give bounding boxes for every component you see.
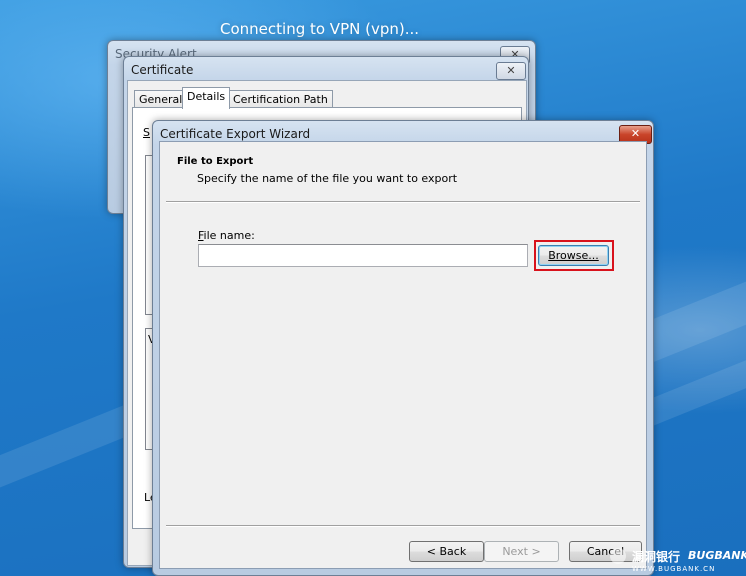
next-button[interactable]: Next > — [484, 541, 559, 562]
wizard-heading: File to Export — [177, 156, 254, 167]
next-button-label: Next > — [502, 545, 541, 558]
wizard-client-area: File to Export Specify the name of the f… — [159, 141, 647, 569]
show-label-partial: S — [143, 126, 150, 139]
wizard-title: Certificate Export Wizard — [160, 127, 311, 141]
header-separator — [166, 201, 640, 203]
wizard-header: File to Export Specify the name of the f… — [160, 142, 646, 202]
bugbank-logo-icon — [610, 548, 626, 564]
tab-certification-path[interactable]: Certification Path — [228, 90, 333, 108]
watermark-brand: BUGBANK — [688, 549, 746, 562]
tab-general[interactable]: General — [134, 90, 188, 108]
browse-button[interactable]: Browse... — [538, 245, 609, 266]
file-name-input[interactable] — [198, 244, 528, 267]
export-wizard-window: Certificate Export Wizard ✕ File to Expo… — [152, 120, 654, 576]
browse-button-label: Browse... — [548, 249, 599, 262]
vpn-connecting-title: Connecting to VPN (vpn)... — [220, 20, 420, 38]
footer-separator — [166, 525, 640, 527]
watermark-chinese: 漏洞银行 — [632, 550, 681, 564]
tab-details[interactable]: Details — [182, 87, 231, 109]
certificate-close-button[interactable]: ✕ — [496, 62, 526, 80]
back-button-label: < Back — [426, 545, 467, 558]
file-name-label-text: ile name: — [203, 229, 255, 242]
wizard-subheading: Specify the name of the file you want to… — [197, 172, 458, 185]
certificate-title: Certificate — [131, 63, 194, 77]
bugbank-watermark: 漏洞银行 BUGBANK WWW.BUGBANK.CN — [610, 546, 746, 576]
back-button[interactable]: < Back — [409, 541, 484, 562]
file-name-label: File name: — [198, 229, 255, 242]
watermark-url: WWW.BUGBANK.CN — [632, 565, 716, 573]
